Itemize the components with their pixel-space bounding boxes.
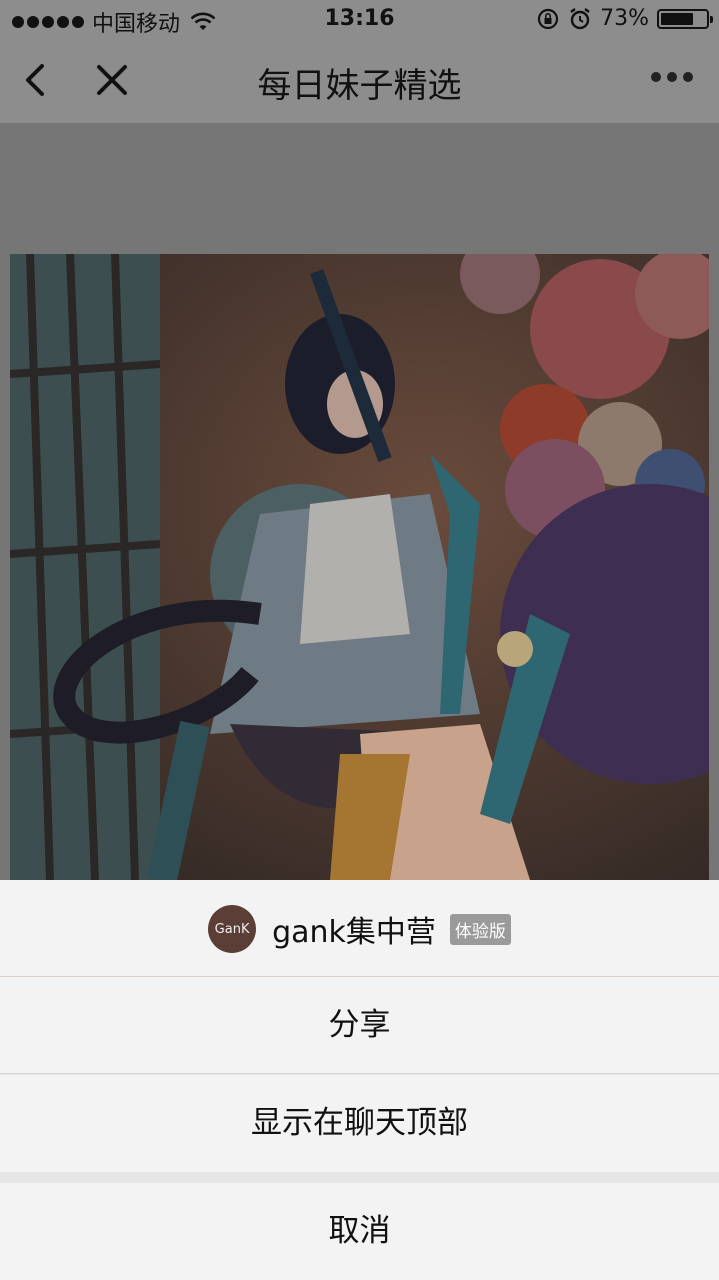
more-icon[interactable]	[651, 72, 693, 82]
cancel-button[interactable]: 取消	[0, 1183, 719, 1280]
sheet-header: GanK gank集中营 体验版	[0, 880, 719, 977]
page-title: 每日妹子精选	[257, 66, 462, 106]
pin-to-chat-top-button[interactable]: 显示在聊天顶部	[0, 1075, 719, 1172]
trial-version-badge: 体验版	[449, 913, 511, 945]
nav-bar: 每日妹子精选	[0, 40, 719, 123]
battery-percent: 73%	[600, 6, 649, 31]
orientation-lock-icon	[537, 8, 559, 29]
page-content	[0, 123, 719, 880]
share-button[interactable]: 分享	[0, 977, 719, 1074]
avatar: GanK	[208, 905, 257, 953]
action-sheet: GanK gank集中营 体验版 分享 显示在聊天顶部 取消	[0, 880, 719, 1280]
mini-program-name: gank集中营	[272, 915, 436, 950]
battery-icon	[657, 8, 713, 29]
alarm-icon	[570, 7, 590, 29]
status-bar: 中国移动 13:16 73%	[0, 0, 719, 40]
status-right: 73%	[536, 6, 713, 31]
cosplay-photo	[10, 254, 709, 880]
